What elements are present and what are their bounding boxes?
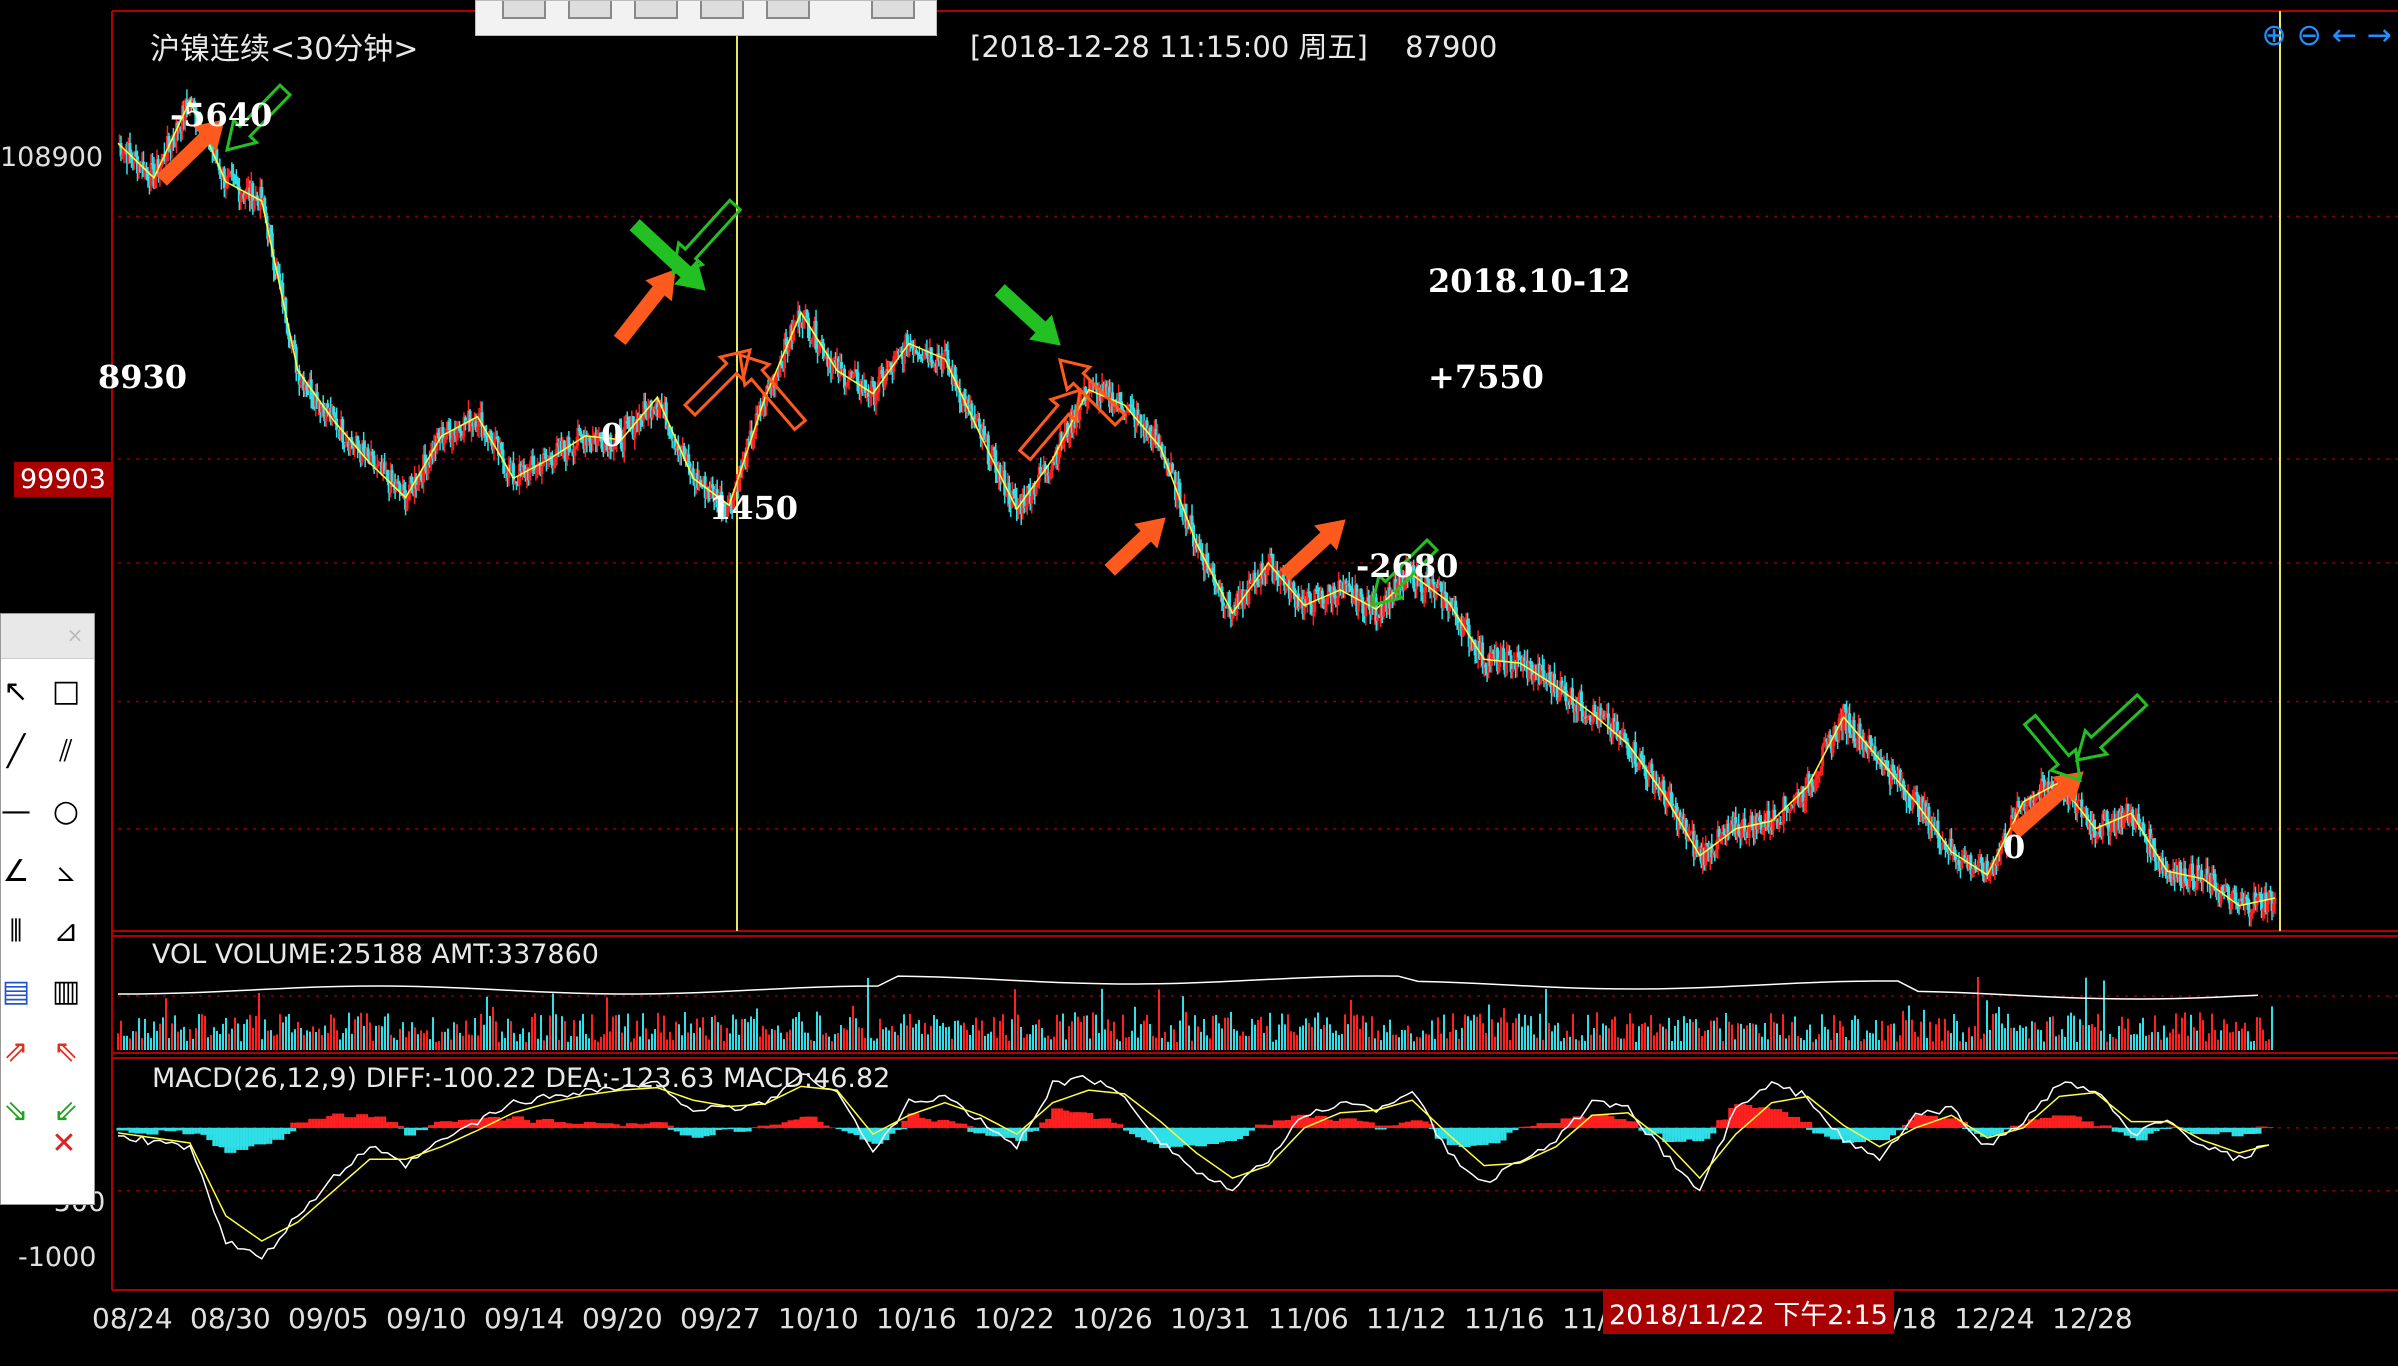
candle-body [902, 341, 906, 365]
candle-body [1783, 796, 1787, 808]
candle-body [646, 403, 650, 420]
candle-body [1490, 651, 1494, 667]
candle-body [1893, 770, 1897, 774]
candle-body [1937, 838, 1941, 847]
price-series [117, 89, 2277, 927]
price-line [117, 99, 2276, 907]
macd-series [116, 1073, 2280, 1260]
candle-body [252, 200, 256, 210]
volume-series [117, 975, 2273, 1050]
candle-body [929, 347, 933, 362]
candle-body [2039, 778, 2043, 798]
price-chart[interactable] [0, 0, 2398, 1366]
candle-body [839, 362, 843, 369]
candle-body [1132, 407, 1136, 411]
candle-body [1570, 688, 1574, 705]
candle-body [2234, 892, 2238, 903]
candle-body [540, 465, 544, 474]
candle-body [1034, 487, 1038, 495]
candle-body [2108, 831, 2112, 836]
